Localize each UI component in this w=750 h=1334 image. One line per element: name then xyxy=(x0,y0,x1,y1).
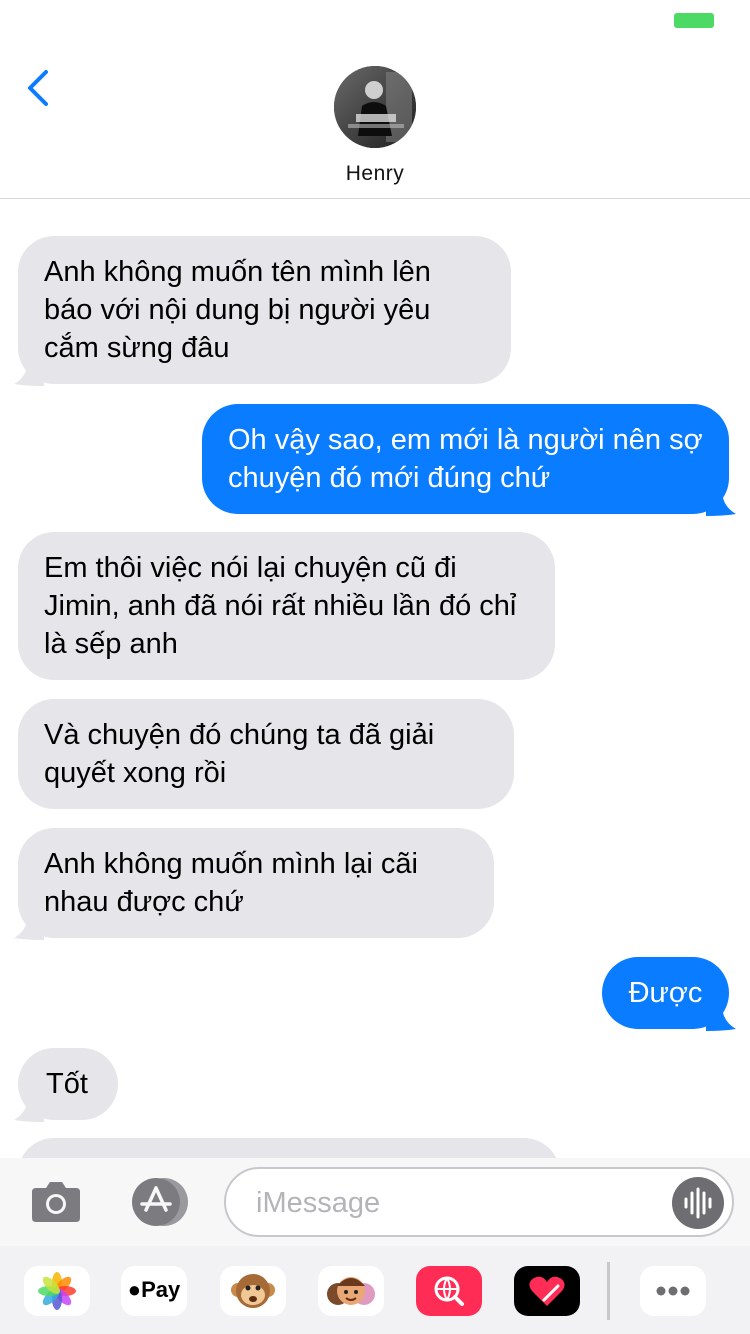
avatar-photo xyxy=(334,66,416,148)
app-drawer: ●Pay xyxy=(0,1246,750,1334)
message-text: Anh không muốn tên mình lên báo với nội … xyxy=(44,256,431,364)
camera-button[interactable] xyxy=(30,1178,82,1224)
photos-app-button[interactable] xyxy=(24,1266,90,1316)
audio-message-button[interactable] xyxy=(672,1177,724,1229)
monkey-animoji-icon xyxy=(231,1274,275,1308)
chevron-left-icon xyxy=(28,70,48,106)
message-text: Tốt xyxy=(46,1068,88,1100)
globe-search-icon xyxy=(434,1276,464,1306)
bubble-tail xyxy=(14,914,44,940)
incoming-message-bubble[interactable]: Anh không muốn mình lại cãi nhau được ch… xyxy=(18,828,494,938)
incoming-message-bubble[interactable]: Em thôi việc nói lại chuyện cũ đi Jimin,… xyxy=(18,532,555,680)
contact-avatar[interactable] xyxy=(334,66,416,148)
status-bar xyxy=(0,0,750,40)
incoming-message-bubble[interactable]: Anh không muốn tên mình lên báo với nội … xyxy=(18,236,511,384)
message-text: Và chuyện đó chúng ta đã giải quyết xong… xyxy=(44,719,435,789)
memoji-stickers-icon xyxy=(327,1277,375,1305)
composer-bar xyxy=(0,1158,750,1246)
heart-touch-icon xyxy=(529,1276,565,1306)
incoming-message-bubble[interactable] xyxy=(18,1138,560,1160)
back-button[interactable] xyxy=(20,68,60,108)
more-icon xyxy=(656,1286,690,1296)
message-text: Em thôi việc nói lại chuyện cũ đi Jimin,… xyxy=(44,552,517,660)
incoming-message-bubble[interactable]: Và chuyện đó chúng ta đã giải quyết xong… xyxy=(18,699,514,809)
conversation-header: Henry xyxy=(0,40,750,199)
message-input[interactable] xyxy=(256,1181,656,1225)
bubble-tail xyxy=(14,360,44,386)
outgoing-message-bubble[interactable]: Oh vậy sao, em mới là người nên sợ chuyệ… xyxy=(202,404,729,514)
apple-pay-label: Pay xyxy=(141,1277,181,1302)
contact-name[interactable]: Henry xyxy=(0,162,750,186)
battery-icon xyxy=(674,13,714,28)
app-store-icon xyxy=(132,1178,188,1226)
drawer-divider xyxy=(607,1262,610,1320)
camera-icon xyxy=(32,1182,80,1222)
animoji-app-button[interactable] xyxy=(220,1266,286,1316)
more-apps-button[interactable] xyxy=(640,1266,706,1316)
apple-pay-app-button[interactable]: ●Pay xyxy=(121,1266,187,1316)
photos-icon xyxy=(38,1272,76,1310)
app-store-button[interactable] xyxy=(126,1176,192,1228)
digital-touch-app-button[interactable] xyxy=(514,1266,580,1316)
apple-pay-icon: ●Pay xyxy=(127,1277,181,1302)
bubble-tail xyxy=(706,1005,736,1031)
message-input-field[interactable] xyxy=(224,1167,734,1237)
memoji-stickers-app-button[interactable] xyxy=(318,1266,384,1316)
waveform-icon xyxy=(684,1187,712,1219)
message-text: Anh không muốn mình lại cãi nhau được ch… xyxy=(44,848,418,918)
message-thread[interactable]: Anh không muốn tên mình lên báo với nội … xyxy=(0,200,750,1160)
message-text: Oh vậy sao, em mới là người nên sợ chuyệ… xyxy=(228,424,703,494)
bubble-tail xyxy=(706,490,736,516)
message-text: Được xyxy=(628,977,703,1009)
bubble-tail xyxy=(14,1096,44,1122)
images-search-app-button[interactable] xyxy=(416,1266,482,1316)
